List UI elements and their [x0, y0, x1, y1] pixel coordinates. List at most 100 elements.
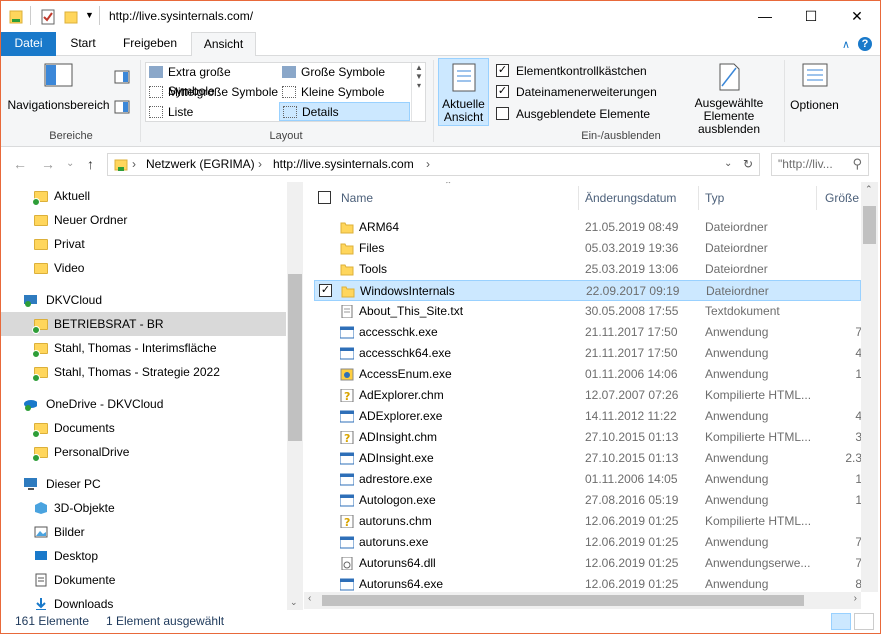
- refresh-icon[interactable]: ↻: [743, 157, 753, 171]
- title-bar[interactable]: ▼ http://live.sysinternals.com/ — ☐ ✕: [1, 1, 880, 32]
- nav-item-dokumente[interactable]: Dokumente: [1, 568, 286, 592]
- file-row[interactable]: ? ADInsight.chm 27.10.2015 01:13 Kompiliert…: [314, 427, 862, 448]
- file-row[interactable]: About_This_Site.txt 30.05.2008 17:55 Textd…: [314, 301, 861, 322]
- file-row[interactable]: ARM64 21.05.2019 08:49 Dateiordner: [314, 217, 861, 238]
- new-folder-icon[interactable]: [64, 9, 78, 25]
- nav-item-dieser-pc[interactable]: Dieser PC: [1, 472, 286, 496]
- minimize-button[interactable]: —: [742, 1, 788, 31]
- preview-pane-icon[interactable]: [114, 70, 130, 84]
- scroll-down-icon[interactable]: ⌄: [290, 597, 298, 608]
- column-name[interactable]: Name: [341, 186, 373, 210]
- search-input[interactable]: "http://liv... ⚲: [771, 153, 869, 176]
- hidden-items-toggle[interactable]: Ausgeblendete Elemente: [496, 106, 650, 124]
- scroll-right-icon[interactable]: ›: [854, 593, 857, 604]
- nav-item-3d-objekte[interactable]: 3D-Objekte: [1, 496, 286, 520]
- file-name[interactable]: Autologon.exe: [359, 493, 584, 507]
- file-name[interactable]: Files: [359, 241, 584, 255]
- column-divider[interactable]: [578, 186, 579, 210]
- nav-item-desktop[interactable]: Desktop: [1, 544, 286, 568]
- file-row[interactable]: ADInsight.exe 27.10.2015 01:13 Anwendung 2.…: [314, 448, 862, 469]
- crumb-separator-icon[interactable]: ›: [258, 157, 262, 171]
- file-row[interactable]: Autoruns64.dll 12.06.2019 01:25 Anwendungs…: [314, 553, 862, 574]
- nav-item-video[interactable]: Video: [1, 256, 286, 280]
- column-divider[interactable]: [816, 186, 817, 210]
- nav-item-aktuell[interactable]: Aktuell: [1, 184, 286, 208]
- crumb-site[interactable]: http://live.sysinternals.com: [273, 157, 414, 171]
- checkbox[interactable]: ✓: [496, 85, 509, 98]
- options-button[interactable]: Optionen: [787, 62, 842, 112]
- file-row[interactable]: AccessEnum.exe 01.11.2006 14:06 Anwendung 1: [314, 364, 862, 385]
- large-icons-view-toggle-icon[interactable]: [854, 613, 874, 630]
- folder-app-icon[interactable]: [9, 9, 23, 25]
- back-icon[interactable]: ←: [13, 156, 27, 172]
- up-icon[interactable]: ↑: [87, 156, 94, 172]
- file-row[interactable]: Tools 25.03.2019 13:06 Dateiordner: [314, 259, 861, 280]
- select-all-checkbox[interactable]: [318, 191, 331, 204]
- file-name[interactable]: autoruns.exe: [359, 535, 584, 549]
- file-name[interactable]: Tools: [359, 262, 584, 276]
- details-pane-icon[interactable]: [114, 100, 130, 114]
- tab-start[interactable]: Start: [59, 32, 107, 56]
- checkbox[interactable]: ✓: [496, 64, 509, 77]
- nav-scroll-thumb[interactable]: [288, 274, 302, 441]
- column-type[interactable]: Typ: [705, 186, 724, 210]
- hide-selected-button[interactable]: Ausgewählte Elemente ausblenden: [673, 62, 785, 136]
- current-view-button[interactable]: Aktuelle Ansicht: [438, 58, 489, 126]
- file-row[interactable]: ? autoruns.chm 12.06.2019 01:25 Kompilierte…: [314, 511, 861, 532]
- file-row[interactable]: autoruns.exe 12.06.2019 01:25 Anwendung 7: [314, 532, 862, 553]
- file-name[interactable]: ARM64: [359, 220, 584, 234]
- nav-item-onedrive[interactable]: OneDrive - DKVCloud: [1, 392, 286, 416]
- layout-gallery-scroll[interactable]: ▲ ▼ ▾: [411, 63, 426, 121]
- crumb-network[interactable]: Netzwerk (EGRIMA): [146, 157, 255, 171]
- nav-item-bilder[interactable]: Bilder: [1, 520, 286, 544]
- tab-freigeben[interactable]: Freigeben: [113, 32, 187, 56]
- crumb-separator-icon[interactable]: ›: [132, 157, 136, 171]
- file-row[interactable]: Autologon.exe 27.08.2016 05:19 Anwendung 1: [314, 490, 862, 511]
- layout-extra-large-icons[interactable]: Extra große Symbole: [146, 63, 279, 98]
- nav-item-strategie[interactable]: Stahl, Thomas - Strategie 2022: [1, 360, 286, 384]
- maximize-button[interactable]: ☐: [788, 1, 834, 31]
- file-list-scrollbar[interactable]: ⌃: [861, 182, 878, 592]
- close-button[interactable]: ✕: [834, 1, 880, 31]
- layout-list[interactable]: Liste: [146, 103, 279, 122]
- file-name[interactable]: AccessEnum.exe: [359, 367, 584, 381]
- nav-item-dkvcloud[interactable]: DKVCloud: [1, 288, 286, 312]
- column-divider[interactable]: [698, 186, 699, 210]
- details-view-toggle-icon[interactable]: [831, 613, 851, 630]
- file-row[interactable]: ✓ WindowsInternals 22.09.2017 09:19 Dateior…: [314, 280, 861, 301]
- row-checkbox[interactable]: ✓: [319, 284, 332, 297]
- file-row[interactable]: accesschk.exe 21.11.2017 17:50 Anwendung 7: [314, 322, 862, 343]
- file-name[interactable]: AdExplorer.chm: [359, 388, 584, 402]
- nav-item-betriebsrat[interactable]: BETRIEBSRAT - BR: [1, 312, 286, 336]
- file-row[interactable]: adrestore.exe 01.11.2006 14:05 Anwendung 1: [314, 469, 862, 490]
- nav-scrollbar[interactable]: ⌄: [287, 182, 303, 610]
- layout-small-icons[interactable]: Kleine Symbole: [279, 83, 410, 102]
- forward-icon[interactable]: →: [41, 156, 55, 172]
- nav-item-neuer-ordner[interactable]: Neuer Ordner: [1, 208, 286, 232]
- item-checkboxes-toggle[interactable]: ✓ Elementkontrollkästchen: [496, 63, 647, 81]
- file-name[interactable]: autoruns.chm: [359, 514, 584, 528]
- file-name[interactable]: ADInsight.chm: [359, 430, 584, 444]
- scroll-left-icon[interactable]: ‹: [308, 593, 311, 604]
- file-extensions-toggle[interactable]: ✓ Dateinamenerweiterungen: [496, 84, 657, 102]
- address-field[interactable]: › Netzwerk (EGRIMA) › http://live.sysint…: [107, 153, 760, 176]
- layout-large-icons[interactable]: Große Symbole: [279, 63, 410, 82]
- file-name[interactable]: WindowsInternals: [360, 284, 585, 298]
- file-row[interactable]: Files 05.03.2019 19:36 Dateiordner: [314, 238, 861, 259]
- qat-dropdown-icon[interactable]: ▼: [85, 10, 94, 20]
- file-name[interactable]: Autoruns64.dll: [359, 556, 584, 570]
- nav-item-documents[interactable]: Documents: [1, 416, 286, 440]
- nav-item-downloads[interactable]: Downloads: [1, 592, 286, 610]
- file-row[interactable]: accesschk64.exe 21.11.2017 17:50 Anwendung…: [314, 343, 862, 364]
- file-name[interactable]: About_This_Site.txt: [359, 304, 584, 318]
- help-icon[interactable]: ?: [858, 37, 872, 51]
- file-name[interactable]: ADExplorer.exe: [359, 409, 584, 423]
- tab-datei[interactable]: Datei: [1, 32, 56, 56]
- horizontal-scrollbar[interactable]: ‹ ›: [304, 592, 861, 609]
- recent-locations-icon[interactable]: ⌄: [66, 158, 74, 169]
- checkbox[interactable]: [496, 107, 509, 120]
- file-name[interactable]: accesschk.exe: [359, 325, 584, 339]
- column-size[interactable]: Größe: [825, 186, 859, 210]
- file-row[interactable]: ADExplorer.exe 14.11.2012 11:22 Anwendung 4: [314, 406, 862, 427]
- nav-item-privat[interactable]: Privat: [1, 232, 286, 256]
